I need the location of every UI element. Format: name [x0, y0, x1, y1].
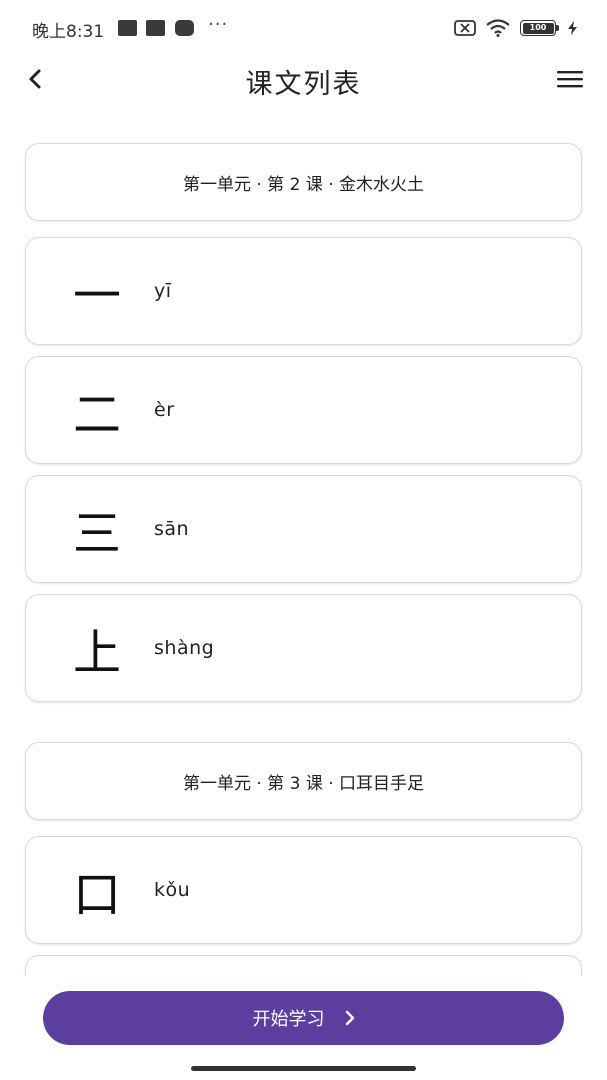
character-glyph: 二 — [72, 387, 121, 443]
section-title: 第一单元 · 第 2 课 · 金木水火土 — [182, 174, 425, 195]
section-header: 第一单元 · 第 3 课 · 口耳目手足 — [25, 742, 582, 820]
notification-icon — [146, 20, 165, 36]
section-header: 第一单元 · 第 2 课 · 金木水火土 — [25, 143, 582, 221]
character-item[interactable] — [25, 955, 582, 976]
app-header: 课文列表 — [0, 56, 607, 106]
character-glyph: 口 — [72, 867, 121, 923]
battery-icon: 100 — [520, 20, 559, 36]
screen: 晚上8:31 ··· 100 课文列表 第一单元 · 第 2 课 · 金木水火土… — [0, 0, 607, 1080]
sim-off-icon — [454, 20, 476, 36]
wifi-icon — [486, 19, 510, 37]
charging-icon — [568, 21, 577, 35]
page-title: 课文列表 — [245, 69, 362, 100]
character-item[interactable]: 一 yī — [25, 237, 582, 345]
status-icons: 100 — [454, 18, 577, 38]
character-pinyin: èr — [154, 399, 175, 421]
character-pinyin: shàng — [154, 637, 215, 659]
home-indicator[interactable] — [191, 1066, 416, 1071]
character-pinyin: sān — [154, 518, 190, 540]
section-title: 第一单元 · 第 3 课 · 口耳目手足 — [182, 773, 425, 794]
character-pinyin: yī — [154, 280, 172, 302]
character-glyph: 三 — [72, 506, 121, 562]
character-pinyin: kǒu — [154, 879, 191, 901]
character-item[interactable]: 上 shàng — [25, 594, 582, 702]
lesson-list[interactable]: 第一单元 · 第 2 课 · 金木水火土 一 yī 二 èr 三 sān 上 s… — [0, 106, 607, 976]
chevron-right-icon — [345, 1010, 354, 1026]
menu-button[interactable] — [553, 62, 587, 96]
notification-icon — [118, 20, 137, 36]
status-time: 晚上8:31 — [32, 22, 105, 42]
battery-level: 100 — [522, 22, 554, 34]
character-item[interactable]: 三 sān — [25, 475, 582, 583]
hamburger-menu-icon — [557, 71, 583, 88]
character-glyph — [66, 956, 128, 976]
character-item[interactable]: 二 èr — [25, 356, 582, 464]
character-glyph: 上 — [72, 625, 121, 681]
start-learning-button[interactable]: 开始学习 — [43, 991, 564, 1045]
more-notifications-icon: ··· — [208, 14, 229, 35]
status-bar: 晚上8:31 ··· 100 — [0, 0, 607, 56]
character-glyph: 一 — [72, 268, 121, 324]
notification-icon — [175, 20, 194, 36]
start-learning-label: 开始学习 — [252, 1009, 325, 1030]
character-item[interactable]: 口 kǒu — [25, 836, 582, 944]
